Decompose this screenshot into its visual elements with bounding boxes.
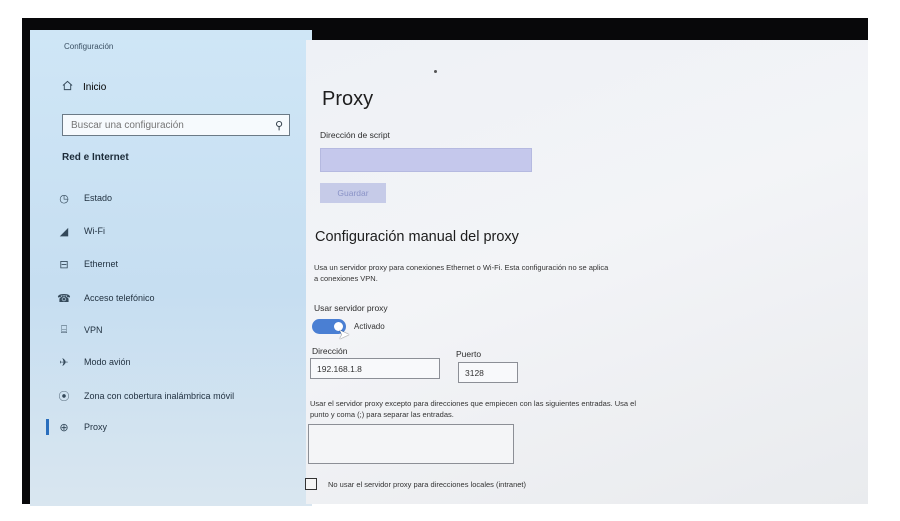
search-icon[interactable]: ⚲ (275, 119, 283, 132)
sidebar-item-label: Zona con cobertura inalámbrica móvil (84, 391, 235, 401)
address-field[interactable] (310, 358, 440, 379)
exceptions-textarea[interactable] (308, 424, 514, 464)
sidebar-item-proxy[interactable]: ⊕ Proxy (46, 417, 296, 437)
page-title: Proxy (322, 88, 374, 110)
address-input[interactable] (311, 359, 439, 379)
home-label: Inicio (83, 81, 107, 93)
search-box[interactable]: ⚲ (62, 114, 290, 136)
dialup-icon: ☎ (57, 292, 71, 305)
toggle-state-label: Activado (354, 322, 385, 331)
use-proxy-label: Usar servidor proxy (314, 303, 388, 313)
globe-icon: ⊕ (59, 421, 69, 434)
ethernet-icon: ⊟ (59, 258, 69, 271)
home-link[interactable]: Inicio (62, 80, 106, 94)
sidebar-item-modo-avion[interactable]: ✈ Modo avión (56, 352, 296, 372)
sidebar-item-zona-cobertura[interactable]: ⦿ Zona con cobertura inalámbrica móvil (56, 386, 296, 406)
exceptions-description: Usar el servidor proxy excepto para dire… (310, 399, 637, 419)
app-title: Configuración (64, 42, 114, 51)
manual-proxy-description: Usa un servidor proxy para conexiones Et… (314, 263, 609, 283)
camera-dot (434, 70, 437, 73)
home-icon (62, 80, 73, 94)
sidebar-item-ethernet[interactable]: ⊟ Ethernet (56, 254, 296, 274)
save-button[interactable]: Guardar (320, 183, 386, 203)
address-label: Dirección (312, 346, 348, 356)
wifi-icon: ◢ (59, 225, 69, 238)
search-input[interactable] (69, 118, 275, 132)
script-address-field[interactable] (320, 148, 532, 172)
sidebar-item-estado[interactable]: ◷ Estado (56, 188, 296, 208)
section-title: Red e Internet (62, 152, 129, 163)
port-input[interactable] (459, 363, 517, 383)
status-globe-icon: ◷ (59, 192, 69, 205)
sidebar-item-label: Estado (84, 193, 113, 203)
local-addresses-checkbox[interactable] (305, 478, 317, 490)
local-addresses-label: No usar el servidor proxy para direccion… (328, 480, 527, 489)
manual-proxy-title: Configuración manual del proxy (315, 229, 519, 245)
sidebar-item-label: VPN (84, 325, 103, 335)
port-label: Puerto (456, 349, 482, 359)
vpn-icon: ⌸ (60, 323, 68, 336)
sidebar-item-wifi[interactable]: ◢ Wi-Fi (56, 221, 296, 241)
port-field[interactable] (458, 362, 518, 383)
sidebar-item-label: Ethernet (84, 259, 119, 269)
script-address-label: Dirección de script (320, 130, 390, 140)
sidebar-item-acceso-telefonico[interactable]: ☎ Acceso telefónico (56, 288, 296, 308)
sidebar-item-label: Wi-Fi (84, 226, 105, 236)
sidebar-item-vpn[interactable]: ⌸ VPN (56, 320, 296, 340)
hotspot-icon: ⦿ (58, 391, 70, 403)
sidebar-item-label: Acceso telefónico (84, 293, 155, 303)
airplane-icon: ✈ (59, 356, 69, 369)
sidebar-item-label: Proxy (84, 422, 108, 432)
sidebar-item-label: Modo avión (84, 357, 131, 367)
mouse-cursor-icon: ➤ (338, 326, 350, 342)
